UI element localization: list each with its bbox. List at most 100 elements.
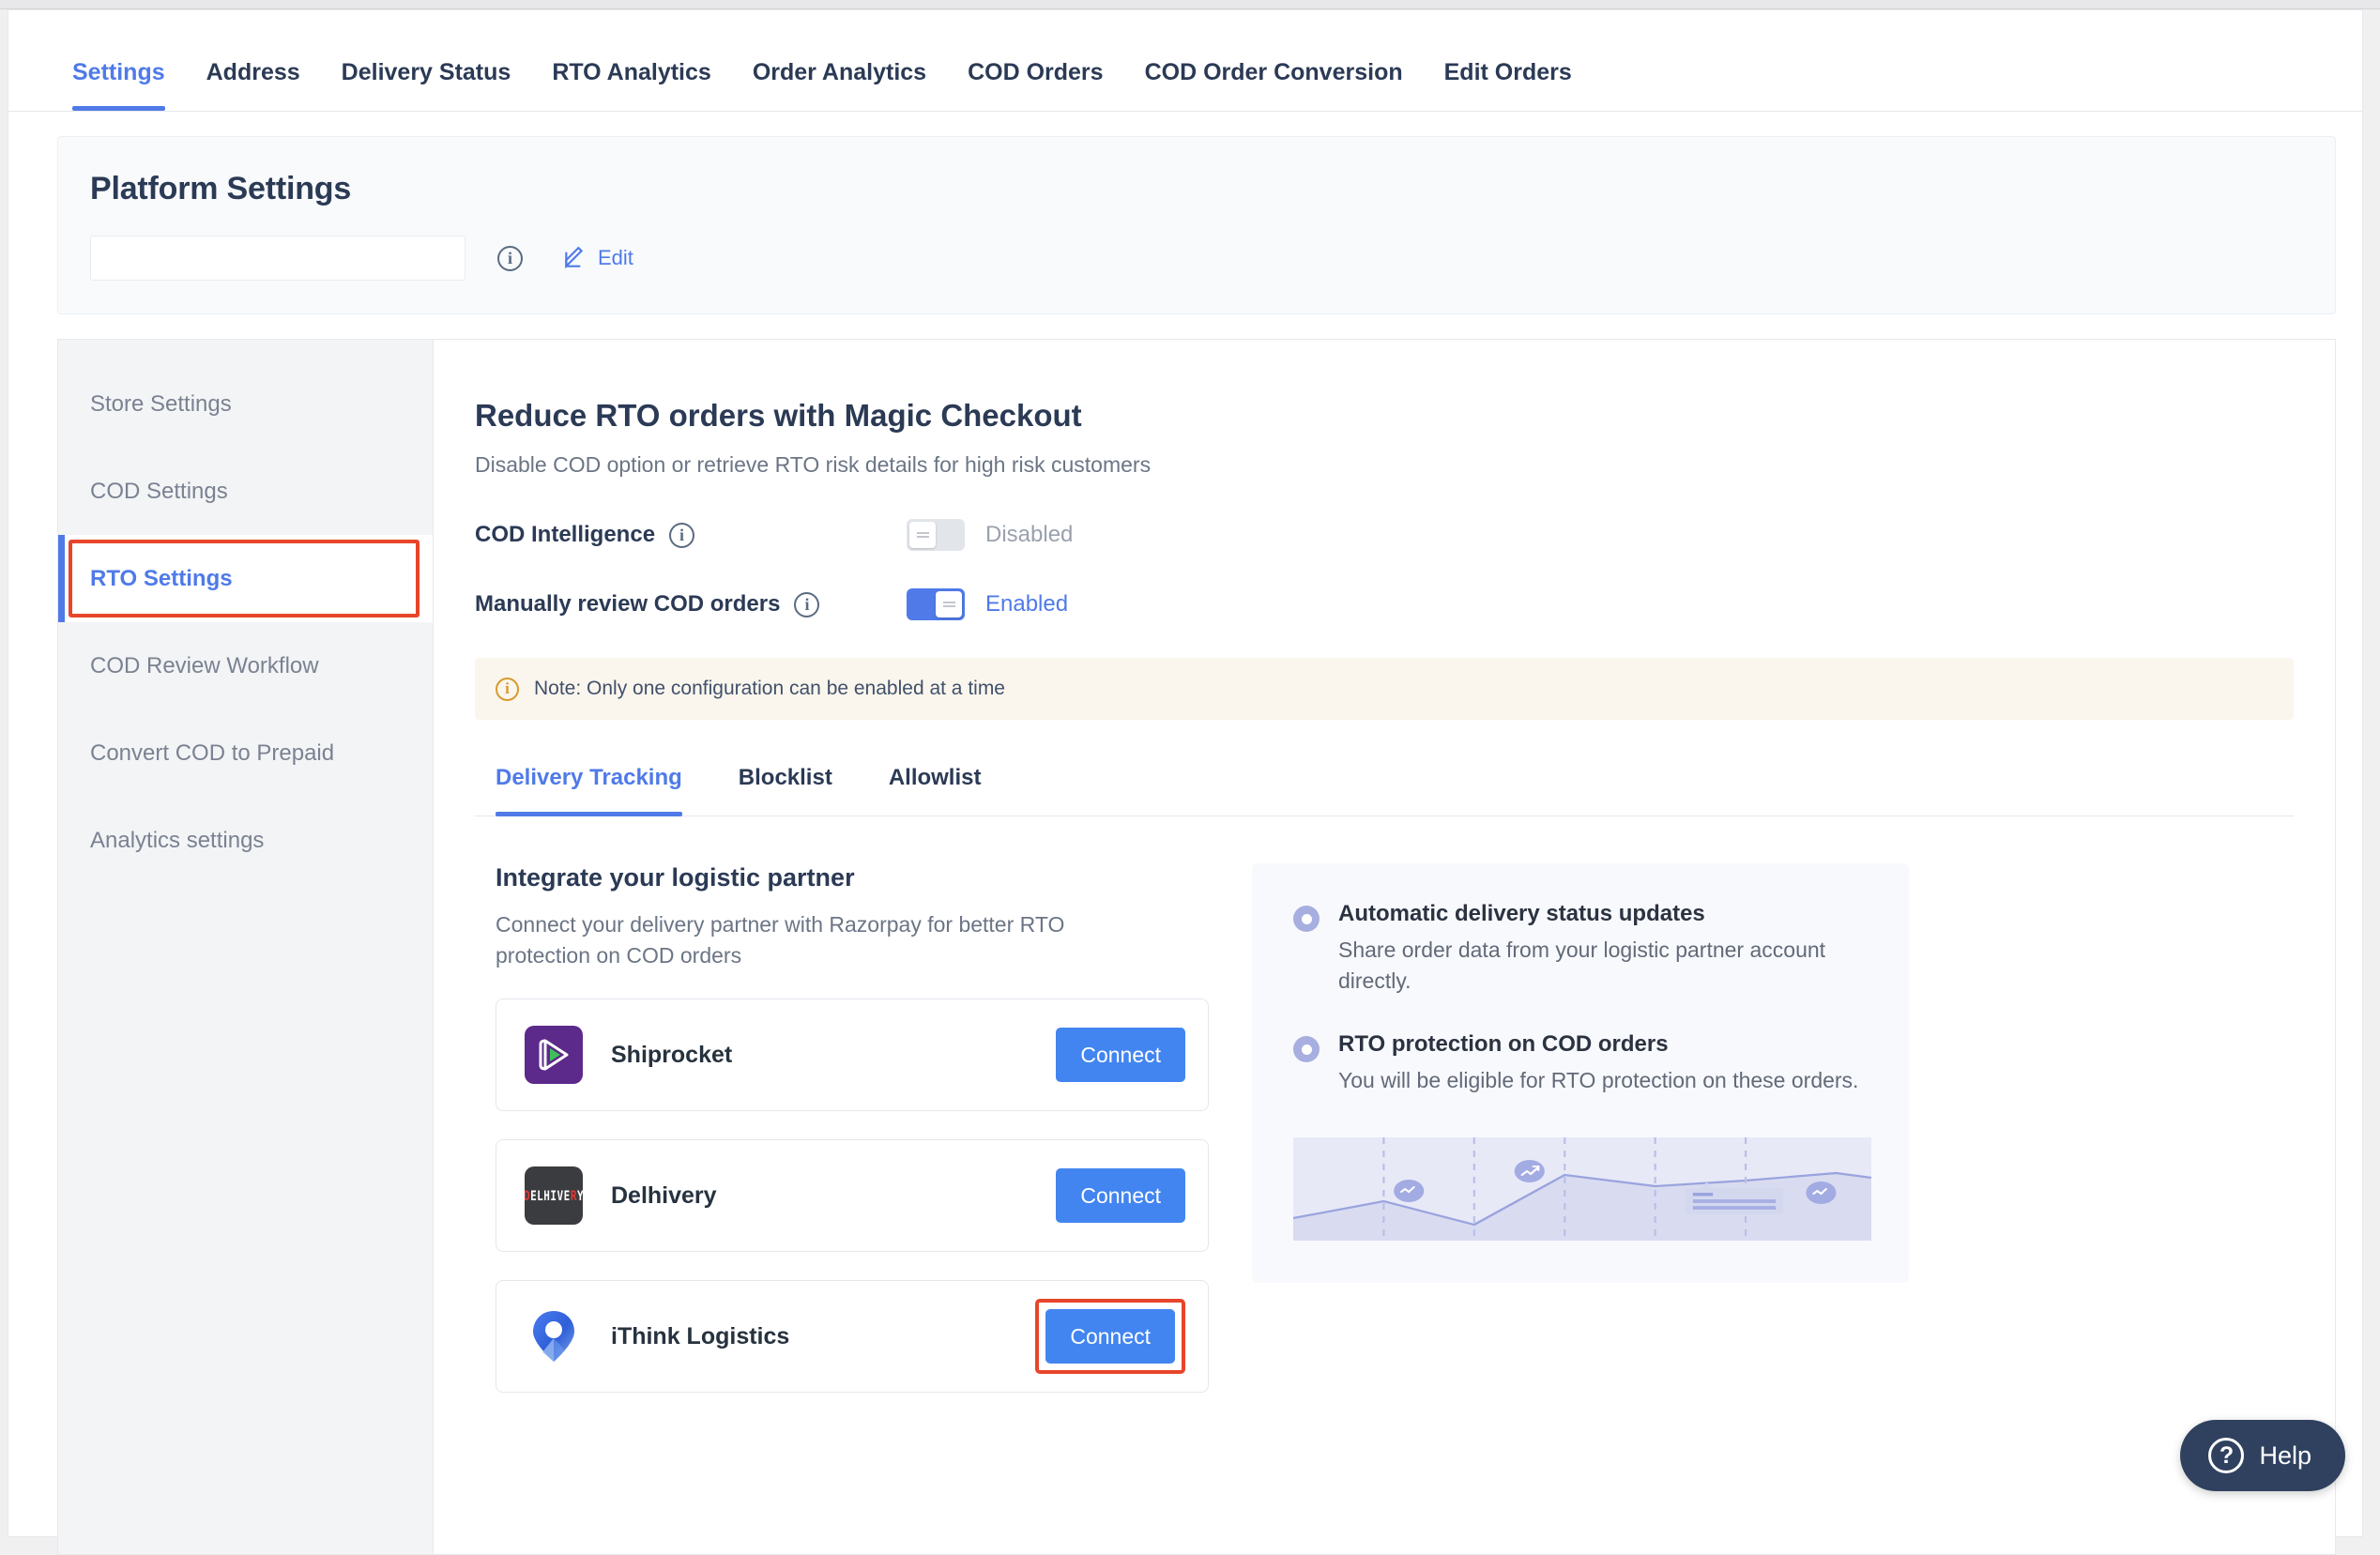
sidebar-item-store-settings[interactable]: Store Settings (58, 360, 433, 448)
bullet-dot-icon (1293, 906, 1320, 932)
partner-name: Shiprocket (611, 1041, 733, 1068)
tab-allowlist[interactable]: Allowlist (889, 765, 1006, 816)
help-button[interactable]: ? Help (2180, 1420, 2345, 1491)
benefit-description: Share order data from your logistic part… (1338, 938, 1826, 993)
manual-review-row: Manually review COD orders i Enabled (475, 588, 2335, 620)
topnav-tab-label: Settings (72, 59, 165, 85)
integrate-left-column: Integrate your logistic partner Connect … (496, 863, 1209, 1394)
app-page: Settings Address Delivery Status RTO Ana… (8, 9, 2363, 1555)
browser-chrome-strip (0, 0, 2380, 9)
connect-button-delhivery[interactable]: Connect (1056, 1168, 1185, 1224)
platform-settings-row: i Edit (90, 236, 2335, 281)
sidebar-item-cod-settings[interactable]: COD Settings (58, 448, 433, 535)
benefit-title: RTO protection on COD orders (1338, 1031, 1669, 1058)
partner-card-ithink-logistics: iThink Logistics Connect (496, 1280, 1209, 1394)
map-pin-glyph (533, 1311, 574, 1363)
integrate-title: Integrate your logistic partner (496, 863, 855, 892)
edit-pencil-icon (565, 246, 584, 269)
content-title: Reduce RTO orders with Magic Checkout (475, 398, 1082, 433)
cod-intelligence-toggle[interactable] (907, 519, 965, 551)
settings-sidebar: Store Settings COD Settings RTO Settings… (57, 339, 433, 1555)
delivery-trend-chart-illustration (1292, 1136, 1872, 1241)
info-icon[interactable]: i (669, 522, 695, 548)
connect-button-highlight-box: Connect (1035, 1299, 1185, 1375)
topnav-tab-cod-orders[interactable]: COD Orders (947, 59, 1123, 111)
topnav-tab-label: Delivery Status (341, 59, 511, 85)
warning-info-icon: i (496, 677, 519, 701)
help-label: Help (2259, 1441, 2311, 1470)
inner-tabs: Delivery Tracking Blocklist Allowlist (475, 765, 2294, 816)
topnav-tab-label: Edit Orders (1443, 59, 1572, 85)
sidebar-item-analytics-settings[interactable]: Analytics settings (58, 797, 433, 884)
manual-review-state-label: Enabled (985, 591, 1069, 617)
sidebar-item-label: COD Settings (90, 478, 228, 504)
settings-body: Store Settings COD Settings RTO Settings… (57, 339, 2336, 1555)
delhivery-logo-icon: DELHIVERY (525, 1166, 583, 1226)
edit-button[interactable]: Edit (562, 246, 633, 270)
edit-label: Edit (598, 246, 633, 269)
topnav-tab-delivery-status[interactable]: Delivery Status (321, 59, 532, 111)
connect-button-shiprocket[interactable]: Connect (1056, 1028, 1185, 1083)
sidebar-item-rto-settings[interactable]: RTO Settings (58, 535, 433, 622)
trend-marker-icon (1806, 1181, 1837, 1204)
topnav-tab-label: Address (206, 59, 300, 85)
topnav-tab-label: RTO Analytics (552, 59, 711, 85)
sidebar-item-convert-cod-to-prepaid[interactable]: Convert COD to Prepaid (58, 709, 433, 797)
page-title: Platform Settings (90, 171, 352, 206)
cod-intelligence-row: COD Intelligence i Disabled (475, 519, 2335, 551)
sidebar-item-label: COD Review Workflow (90, 652, 319, 678)
platform-info-icon-wrap: i (497, 245, 523, 271)
shiprocket-glyph (539, 1039, 569, 1071)
benefit-description: You will be eligible for RTO protection … (1338, 1068, 1859, 1093)
cod-intelligence-label: COD Intelligence (475, 522, 656, 547)
platform-name-input[interactable] (90, 236, 465, 281)
benefit-text-wrap: Automatic delivery status updates Share … (1338, 901, 1871, 996)
manual-review-label-wrap: Manually review COD orders i (475, 591, 907, 617)
topnav-tab-address[interactable]: Address (186, 59, 321, 111)
sidebar-item-label: Analytics settings (90, 827, 265, 853)
sidebar-item-cod-review-workflow[interactable]: COD Review Workflow (58, 622, 433, 709)
cod-intelligence-state: Disabled (907, 519, 1073, 551)
topnav-tab-edit-orders[interactable]: Edit Orders (1424, 59, 1593, 111)
platform-settings-header: Platform Settings i Edit (57, 136, 2336, 314)
sidebar-item-label: RTO Settings (90, 565, 233, 591)
trend-marker-icon (1514, 1159, 1545, 1182)
manual-review-label: Manually review COD orders (475, 591, 781, 617)
toggle-knob (936, 591, 962, 617)
delhivery-wordmark: DELHIVERY (525, 1188, 583, 1204)
connect-button-wrap: Connect (1056, 1028, 1185, 1083)
topnav-tab-label: Order Analytics (752, 59, 927, 85)
benefit-text-wrap: RTO protection on COD orders You will be… (1338, 1031, 1858, 1096)
partner-name: Delhivery (611, 1181, 717, 1209)
benefit-item: Automatic delivery status updates Share … (1293, 901, 1871, 996)
topnav-tab-label: COD Orders (968, 59, 1104, 85)
integrate-subtitle: Connect your delivery partner with Razor… (496, 912, 1065, 968)
connect-button-wrap: Connect (1056, 1168, 1185, 1224)
topnav-tab-order-analytics[interactable]: Order Analytics (732, 59, 947, 111)
connect-button-ithink-logistics[interactable]: Connect (1045, 1309, 1175, 1364)
ithink-logistics-logo-icon (525, 1307, 583, 1365)
topnav-tab-label: COD Order Conversion (1144, 59, 1403, 85)
bullet-dot-icon (1293, 1036, 1320, 1063)
content-subtitle: Disable COD option or retrieve RTO risk … (475, 452, 1152, 477)
tab-delivery-tracking[interactable]: Delivery Tracking (496, 765, 707, 816)
topnav-tab-settings[interactable]: Settings (52, 59, 186, 111)
sidebar-item-label: Store Settings (90, 390, 232, 417)
topnav-tab-cod-order-conversion[interactable]: COD Order Conversion (1124, 59, 1424, 111)
tab-label: Blocklist (738, 765, 832, 790)
info-icon[interactable]: i (497, 245, 523, 271)
cod-intelligence-label-wrap: COD Intelligence i (475, 522, 907, 548)
manual-review-state: Enabled (907, 588, 1068, 620)
tab-label: Delivery Tracking (496, 765, 682, 790)
partner-card-delhivery: DELHIVERY Delhivery Connect (496, 1139, 1209, 1253)
manual-review-toggle[interactable] (907, 588, 965, 620)
configuration-note-banner: i Note: Only one configuration can be en… (475, 658, 2294, 720)
tab-blocklist[interactable]: Blocklist (739, 765, 857, 816)
topnav-tab-rto-analytics[interactable]: RTO Analytics (531, 59, 732, 111)
partner-card-shiprocket: Shiprocket Connect (496, 999, 1209, 1112)
tab-label: Allowlist (888, 765, 982, 790)
benefit-item: RTO protection on COD orders You will be… (1293, 1031, 1871, 1096)
integrate-section: Integrate your logistic partner Connect … (475, 863, 2335, 1394)
question-mark-circle-icon: ? (2208, 1438, 2245, 1473)
info-icon[interactable]: i (794, 591, 820, 617)
